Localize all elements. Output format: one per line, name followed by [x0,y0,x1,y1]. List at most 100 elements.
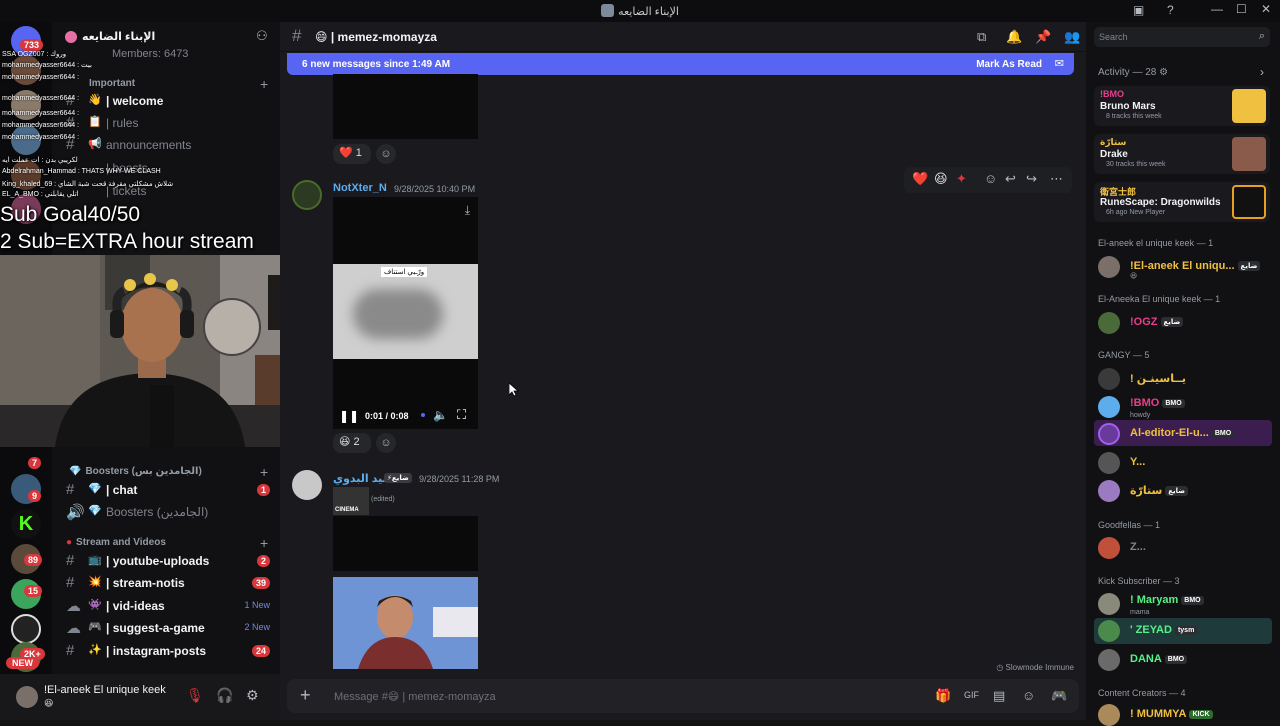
message-input[interactable]: Message #😄 | memez-momayza [334,690,496,703]
fullscreen-icon[interactable]: ⛶ [457,407,466,423]
activity-card[interactable]: ستارّة Drake 30 tracks this week [1094,134,1270,174]
close-button[interactable]: ✕ [1261,2,1271,16]
avatar [1098,452,1120,474]
role-tag: KICK [1189,710,1213,719]
emoji-icon[interactable]: ☺ [1022,688,1035,703]
category-label: Stream and Videos [76,537,166,548]
message-composer[interactable]: + Message #😄 | memez-momayza 🎁 GIF ▤ ☺ 🎮 [287,679,1079,713]
category-label: Boosters (الجامدين بس) [85,466,202,477]
gif-icon[interactable]: GIF [964,690,979,700]
channel-rules[interactable]: # 📋 | rules [64,113,274,133]
volume-icon[interactable]: 🔈 [433,408,448,422]
avatar[interactable] [292,470,322,500]
search-input[interactable]: Search ⌕ [1094,27,1270,47]
media-top[interactable] [333,516,478,571]
add-channel-icon[interactable]: + [260,464,268,480]
add-reaction-button[interactable]: ☺ [376,433,396,453]
help-icon[interactable]: ? [1167,3,1174,17]
attach-button[interactable]: + [300,685,311,706]
kick-server-icon[interactable]: K [11,509,41,539]
add-channel-icon[interactable]: + [260,76,268,92]
minimize-button[interactable]: — [1211,2,1223,16]
channel-instagram-posts[interactable]: # ✨ | instagram-posts 24 [64,641,274,661]
eye-server-icon[interactable] [11,614,41,644]
embed-thumbnail[interactable]: CINEMA [333,487,369,515]
avatar [1098,620,1120,642]
mark-as-read-button[interactable]: Mark As Read [976,59,1042,70]
member-row[interactable]: ! يــاسينـن [1098,368,1274,390]
progress-dot[interactable] [421,413,425,417]
member-row[interactable]: Al-editor-El-u... BMO [1098,423,1274,445]
video-player[interactable]: ⤓ ورّـبي استناف ❚❚ 0:01 / 0:08 🔈 ⛶ [333,197,478,429]
bell-icon[interactable]: 🔔 [1006,29,1022,45]
react-icon[interactable]: ✦ [956,171,967,187]
channel-boosters-voice[interactable]: 🔊 💎 Boosters (الجامدين) [64,502,274,522]
chevron-right-icon[interactable]: › [1260,65,1264,79]
heart-react-icon[interactable]: ❤️ [912,171,928,187]
notification-badge: 9 [28,490,42,502]
add-reaction-button[interactable]: ☺ [376,144,396,164]
member-row[interactable]: DANA BMO [1098,649,1274,671]
gear-icon[interactable]: ⚙ [246,687,259,704]
deafen-icon[interactable]: 🎧 [216,687,233,704]
previous-media[interactable] [333,74,478,139]
laugh-react-icon[interactable]: 😆 [934,171,948,187]
pause-icon[interactable]: ❚❚ [339,409,359,423]
gear-icon[interactable]: ⚙ [1159,67,1168,78]
sticker-icon[interactable]: ▤ [993,688,1005,704]
member-row[interactable]: !BMO BMO howdy [1098,396,1274,419]
webcam-image [0,255,318,447]
avatar[interactable] [16,686,38,708]
new-posts-tag: 2 New [244,622,270,632]
reaction-laugh[interactable]: 😆 2 [333,433,371,453]
category-boosters[interactable]: 💎 Boosters (الجامدين بس) + [64,464,268,480]
activity-card[interactable]: !BMO Bruno Mars 8 tracks this week [1094,86,1270,126]
member-row[interactable]: ' ZEYAD tysm [1098,620,1274,642]
member-row[interactable]: !El-aneek El uniqu... ضايع 😆 [1098,256,1274,280]
channel-emoji: ✨ [88,644,102,656]
avatar[interactable] [292,180,322,210]
channel-chat[interactable]: # 💎 | chat 1 [64,480,274,500]
member-row[interactable]: !OGZ ضايع [1098,312,1274,334]
member-row[interactable]: Z... [1098,537,1274,559]
member-row[interactable]: Y... [1098,452,1274,474]
member-row[interactable]: ! MUMMYA KICK [1098,704,1274,726]
channel-suggest-a-game[interactable]: ☁ 🎮 | suggest-a-game 2 New [64,618,274,638]
reaction-heart[interactable]: ❤️ 1 [333,144,371,164]
member-name: ! Maryam BMO [1130,594,1204,606]
chat-line: SSA OGZ007 : وروك [2,51,67,58]
chat-line: mohammedyasser6644 : بيت [2,62,92,69]
more-icon[interactable]: ⋯ [1050,171,1063,187]
member-row[interactable]: ستارّة ضايع [1098,480,1274,502]
add-friend-icon[interactable]: ⚇ [256,28,268,44]
category-stream[interactable]: ● Stream and Videos + [64,535,268,551]
channel-stream-notis[interactable]: # 💥 | stream-notis 39 [64,573,274,593]
members-icon[interactable]: 👥 [1064,29,1080,45]
download-icon[interactable]: ⤓ [465,203,470,218]
activity-header[interactable]: Activity — 28 ⚙ [1098,67,1168,78]
username: !El-aneek El unique keek [44,684,166,696]
member-row[interactable]: ! Maryam BMO mama [1098,593,1274,616]
inbox-icon[interactable]: ▣ [1133,3,1144,17]
message-author[interactable]: NotXter_N [333,182,387,194]
add-channel-icon[interactable]: + [260,535,268,551]
channel-youtube-uploads[interactable]: # 📺 | youtube-uploads 2 [64,551,274,571]
maximize-button[interactable]: ☐ [1236,2,1247,16]
channel-label: | suggest-a-game [106,621,205,635]
apps-icon[interactable]: 🎮 [1051,688,1067,704]
channel-vid-ideas[interactable]: ☁ 👾 | vid-ideas 1 New [64,596,274,616]
mute-mic-icon[interactable]: 🎙 [186,687,204,704]
threads-icon[interactable]: ⧉ [977,29,986,45]
gift-icon[interactable]: 🎁 [935,688,951,704]
video-thumbnail[interactable] [333,577,478,669]
activity-card[interactable]: 衛宮士郎 RuneScape: Dragonwilds 6h ago New P… [1094,182,1270,222]
reply-icon[interactable]: ↩ [1005,171,1016,187]
channel-welcome[interactable]: # 👋 | welcome [64,91,274,111]
chevron-down-icon: ⌄ [144,29,153,40]
forward-icon[interactable]: ↪ [1026,171,1037,187]
pin-icon[interactable]: 📌 [1035,29,1051,45]
member-name: ' ZEYAD tysm [1130,624,1198,636]
new-messages-bar[interactable]: 6 new messages since 1:49 AM Mark As Rea… [287,53,1074,75]
add-reaction-icon[interactable]: ☺ [984,171,997,186]
channel-announcements[interactable]: # 📢 announcements [64,135,274,155]
